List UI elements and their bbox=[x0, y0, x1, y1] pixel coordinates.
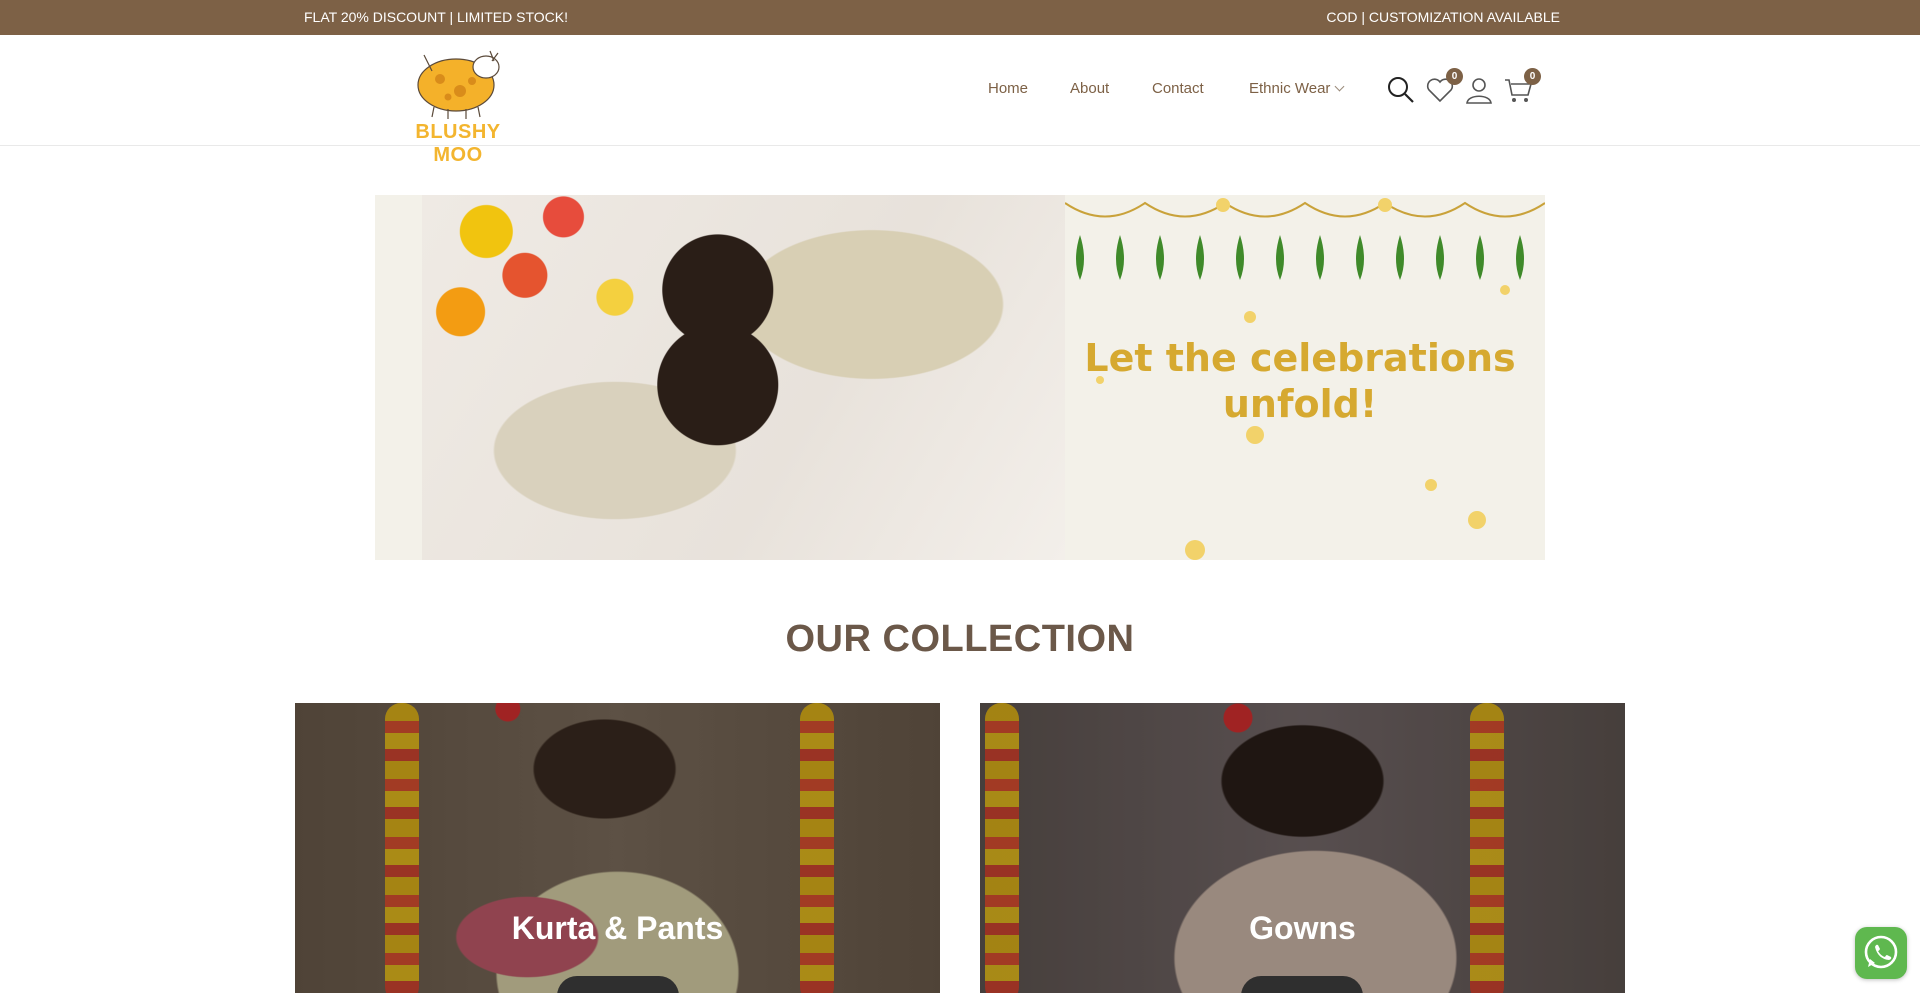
card-title: Kurta & Pants bbox=[511, 910, 724, 946]
whatsapp-chat-button[interactable] bbox=[1855, 927, 1907, 979]
search-icon bbox=[1388, 77, 1414, 103]
wishlist-button[interactable]: 0 bbox=[1425, 68, 1463, 105]
nav-ethnic-wear[interactable]: Ethnic Wear bbox=[1249, 80, 1345, 97]
announcement-bar: FLAT 20% DISCOUNT | LIMITED STOCK! COD |… bbox=[0, 0, 1920, 35]
shop-now-button[interactable] bbox=[1241, 976, 1363, 993]
nav-contact[interactable]: Contact bbox=[1152, 80, 1204, 97]
cart-count-badge: 0 bbox=[1524, 68, 1541, 85]
collection-card-gowns[interactable]: Gowns bbox=[980, 703, 1625, 993]
card-overlay bbox=[295, 703, 940, 993]
nav-ethnic-wear-label: Ethnic Wear bbox=[1249, 80, 1331, 97]
user-icon bbox=[1466, 78, 1492, 104]
hero-photo bbox=[422, 195, 1065, 560]
hero-headline: Let the celebrations unfold! bbox=[1084, 336, 1516, 426]
search-button[interactable] bbox=[1386, 75, 1416, 105]
shop-now-button[interactable] bbox=[557, 976, 679, 993]
card-title: Gowns bbox=[1249, 910, 1356, 946]
hero-banner[interactable]: Let the celebrations unfold! bbox=[375, 195, 1545, 560]
wishlist-count-badge: 0 bbox=[1446, 68, 1463, 85]
cart-button[interactable]: 0 bbox=[1503, 68, 1541, 105]
brand-logo[interactable]: BLUSHY MOO bbox=[388, 41, 528, 166]
collection-card-kurta-pants[interactable]: Kurta & Pants bbox=[295, 703, 940, 993]
nav-home[interactable]: Home bbox=[988, 80, 1028, 97]
account-button[interactable] bbox=[1464, 75, 1494, 105]
brand-name: BLUSHY MOO bbox=[415, 121, 501, 166]
card-overlay bbox=[980, 703, 1625, 993]
nav-about[interactable]: About bbox=[1070, 80, 1109, 97]
chevron-down-icon bbox=[1334, 81, 1345, 92]
site-header: BLUSHY MOO Home About Contact Ethnic Wea… bbox=[0, 35, 1920, 166]
announcement-right: COD | CUSTOMIZATION AVAILABLE bbox=[1326, 9, 1560, 25]
collection-title: OUR COLLECTION bbox=[785, 618, 1135, 660]
announcement-left: FLAT 20% DISCOUNT | LIMITED STOCK! bbox=[304, 9, 568, 25]
whatsapp-icon bbox=[1864, 935, 1898, 969]
